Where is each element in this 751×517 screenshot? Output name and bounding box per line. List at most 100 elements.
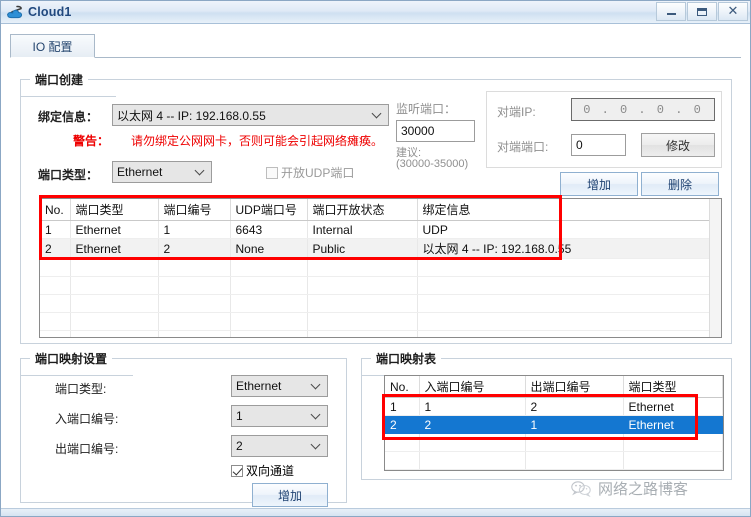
cloud-network-icon [6,4,24,20]
peer-port-value: 0 [576,138,583,152]
port-create-group: 端口创建 绑定信息： 以太网 4 -- IP: 192.168.0.55 警告：… [20,71,732,344]
table-row-empty [40,276,721,295]
checkbox-box [266,166,278,179]
close-button[interactable]: ✕ [718,2,748,21]
delete-port-button-label: 删除 [667,177,692,192]
cell-no: 2 [40,238,71,259]
window-controls: ✕ [655,2,748,21]
out-port-value: 2 [236,439,243,453]
cell-in: 2 [419,415,526,434]
col-udp-port: UDP端口号 [230,199,308,221]
udp-port-checkbox-label: 开放UDP端口 [281,166,355,180]
table-header-row: No. 端口类型 端口编号 UDP端口号 端口开放状态 绑定信息 [40,199,721,221]
out-port-select[interactable]: 2 [231,435,328,457]
checkbox-box [231,464,243,477]
bind-info-value: 以太网 4 -- IP: 192.168.0.55 [117,108,266,123]
cell-udp: None [230,238,308,259]
in-port-value: 1 [236,409,243,423]
peer-ip-label: 对端IP: [497,105,536,119]
cell-in: 1 [419,397,526,416]
listen-port-input[interactable]: 30000 [396,120,475,142]
watermark-text: 网络之路博客 [598,481,689,498]
add-port-button[interactable]: 增加 [560,172,638,196]
mapping-table[interactable]: No. 入端口编号 出端口编号 端口类型 1 1 2 Ethernet 2 2 [384,375,724,471]
col-in-port: 入端口编号 [419,376,526,398]
bind-info-label: 绑定信息： [38,110,99,124]
col-port-type: 端口类型 [623,376,723,398]
mapping-port-type-select[interactable]: Ethernet [231,375,328,397]
modify-button-label: 修改 [665,138,690,153]
chevron-down-icon [312,411,320,419]
port-type-label: 端口类型： [38,168,99,182]
cell-out: 1 [525,415,624,434]
cell-type: Ethernet [70,220,159,239]
modify-button[interactable]: 修改 [641,133,715,157]
mapping-port-type-label: 端口类型: [55,382,107,396]
cell-number: 1 [158,220,231,239]
table-row-empty [40,312,721,331]
port-table-scrollbar[interactable] [709,199,721,337]
tab-io-config[interactable]: IO 配置 [10,34,95,58]
watermark: 网络之路博客 [571,478,688,499]
port-type-value: Ethernet [117,165,163,179]
cell-out: 2 [525,397,624,416]
bind-info-select[interactable]: 以太网 4 -- IP: 192.168.0.55 [112,104,389,126]
maximize-button[interactable] [687,2,717,21]
cell-number: 2 [158,238,231,259]
table-row[interactable]: 2 Ethernet 2 None Public 以太网 4 -- IP: 19… [40,238,721,259]
tab-io-config-label: IO 配置 [32,39,73,54]
chevron-down-icon [312,441,320,449]
mapping-settings-group: 端口映射设置 端口类型: Ethernet 入端口编号: 1 出端口编号: 2 … [20,350,347,507]
cell-bind: UDP [417,220,721,239]
warning-text: 请勿绑定公网网卡，否则可能会引起网络瘫痪。 [131,134,384,148]
chevron-down-icon [373,110,381,118]
peer-port-label: 对端端口: [497,140,549,154]
table-row-empty [40,294,721,313]
in-port-label: 入端口编号: [55,412,119,426]
cell-state: Public [307,238,418,259]
status-bar [1,508,750,516]
col-no: No. [385,376,420,398]
minimize-button[interactable] [656,2,686,21]
cell-no: 1 [40,220,71,239]
table-header-row: No. 入端口编号 出端口编号 端口类型 [385,376,723,398]
warning-label: 警告： [73,134,110,148]
col-port-number: 端口编号 [158,199,231,221]
col-bind-info: 绑定信息 [417,199,721,221]
add-port-button-label: 增加 [586,177,611,192]
chevron-down-icon [196,167,204,175]
cell-type: Ethernet [623,415,723,434]
table-row-empty [40,258,721,277]
window-title: Cloud1 [28,5,72,19]
cell-bind: 以太网 4 -- IP: 192.168.0.55 [417,238,721,259]
peer-port-input[interactable]: 0 [571,134,626,156]
table-row-empty [385,433,723,452]
cell-state: Internal [307,220,418,239]
suggest-range: (30000-35000) [396,158,469,170]
in-port-select[interactable]: 1 [231,405,328,427]
col-out-port: 出端口编号 [525,376,624,398]
add-mapping-button-label: 增加 [277,488,302,503]
table-row[interactable]: 1 Ethernet 1 6643 Internal UDP [40,220,721,239]
bidirectional-checkbox[interactable]: 双向通道 [231,462,294,479]
cell-no: 1 [385,397,420,416]
bidirectional-checkbox-label: 双向通道 [246,464,295,478]
table-row-empty [385,451,723,470]
table-row[interactable]: 1 1 2 Ethernet [385,397,723,416]
udp-port-checkbox[interactable]: 开放UDP端口 [266,164,354,181]
mapping-port-type-value: Ethernet [236,379,282,393]
cell-type: Ethernet [70,238,159,259]
listen-port-value: 30000 [401,124,435,138]
col-no: No. [40,199,71,221]
chevron-down-icon [312,381,320,389]
delete-port-button[interactable]: 删除 [641,172,719,196]
col-open-state: 端口开放状态 [307,199,418,221]
wechat-icon [571,480,592,498]
table-row-selected[interactable]: 2 2 1 Ethernet [385,415,723,434]
peer-ip-input[interactable]: 0 . 0 . 0 . 0 [571,98,715,121]
port-type-select[interactable]: Ethernet [112,161,212,183]
add-mapping-button[interactable]: 增加 [252,483,328,507]
cloud-config-window: Cloud1 ✕ IO 配置 端口创建 绑定信息： 以太网 4 -- IP: 1… [0,0,751,517]
port-table[interactable]: No. 端口类型 端口编号 UDP端口号 端口开放状态 绑定信息 1 Ether… [39,198,722,338]
out-port-label: 出端口编号: [55,442,119,456]
